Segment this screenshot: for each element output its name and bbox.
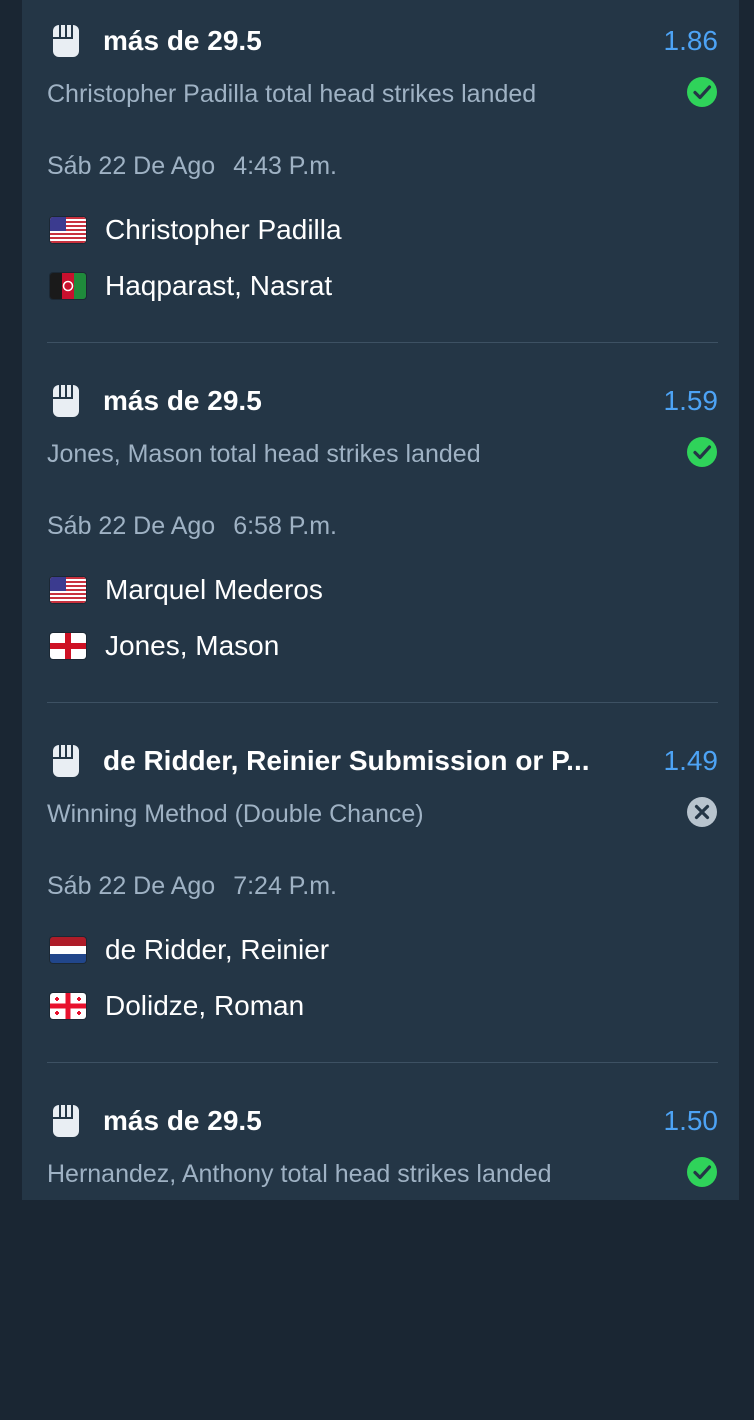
fighter-name: Dolidze, Roman — [105, 990, 305, 1021]
us-flag-icon — [50, 577, 86, 603]
fist-icon — [53, 385, 79, 417]
fighter-name: Christopher Padilla — [105, 214, 342, 245]
bet-description: Winning Method (Double Chance) — [47, 800, 424, 828]
fist-icon — [53, 745, 79, 777]
bet-odds: 1.50 — [663, 1105, 719, 1136]
fighter-row: Jones, Mason — [50, 626, 279, 666]
bet-card[interactable]: más de 29.5 1.86 Christopher Padilla tot… — [22, 0, 739, 343]
bet-market-label: de Ridder, Reinier Submission or P... — [103, 745, 590, 776]
nl-flag-icon — [50, 937, 86, 963]
event-time: 7:24 P.m. — [233, 872, 337, 900]
event-datetime: Sáb 22 De Ago 6:58 P.m. — [47, 510, 355, 542]
bet-description: Hernandez, Anthony total head strikes la… — [47, 1160, 552, 1188]
divider — [47, 1062, 718, 1063]
fighter-row: Marquel Mederos — [50, 570, 323, 610]
check-circle-icon — [687, 437, 717, 467]
event-date: Sáb 22 De Ago — [47, 512, 216, 540]
bet-odds: 1.86 — [663, 25, 719, 56]
bet-market-label: más de 29.5 — [103, 1105, 262, 1136]
bet-card[interactable]: de Ridder, Reinier Submission or P... 1.… — [22, 720, 739, 1063]
fighter-row: de Ridder, Reinier — [50, 930, 329, 970]
fighter-name: Marquel Mederos — [105, 574, 323, 605]
fist-icon — [53, 1105, 79, 1137]
event-time: 4:43 P.m. — [233, 152, 337, 180]
event-datetime: Sáb 22 De Ago 4:43 P.m. — [47, 150, 355, 182]
england-flag-icon — [50, 633, 86, 659]
fighter-name: de Ridder, Reinier — [105, 934, 330, 965]
fighter-name: Haqparast, Nasrat — [105, 270, 333, 301]
bet-market-label: más de 29.5 — [103, 25, 262, 56]
check-circle-icon — [687, 77, 717, 107]
fighter-row: Haqparast, Nasrat — [50, 266, 332, 306]
af-flag-icon — [50, 273, 86, 299]
fighter-row: Dolidze, Roman — [50, 986, 304, 1026]
bet-card[interactable]: más de 29.5 1.59 Jones, Mason total head… — [22, 360, 739, 703]
divider — [47, 702, 718, 703]
ge-flag-icon — [50, 993, 86, 1019]
event-date: Sáb 22 De Ago — [47, 872, 216, 900]
bet-description: Jones, Mason total head strikes landed — [47, 440, 481, 468]
fighter-row: Christopher Padilla — [50, 210, 342, 250]
event-datetime: Sáb 22 De Ago 7:24 P.m. — [47, 870, 355, 902]
fighter-name: Jones, Mason — [105, 630, 280, 661]
x-circle-icon — [687, 797, 717, 827]
bet-description: Christopher Padilla total head strikes l… — [47, 80, 537, 108]
bet-odds: 1.59 — [663, 385, 719, 416]
us-flag-icon — [50, 217, 86, 243]
bet-odds: 1.49 — [663, 745, 719, 776]
event-date: Sáb 22 De Ago — [47, 152, 216, 180]
check-circle-icon — [687, 1157, 717, 1187]
bet-card[interactable]: más de 29.5 1.50 Hernandez, Anthony tota… — [22, 1080, 739, 1420]
fist-icon — [53, 25, 79, 57]
divider — [47, 342, 718, 343]
bet-list-panel: más de 29.5 1.86 Christopher Padilla tot… — [22, 0, 739, 1200]
bet-market-label: más de 29.5 — [103, 385, 262, 416]
event-time: 6:58 P.m. — [233, 512, 337, 540]
